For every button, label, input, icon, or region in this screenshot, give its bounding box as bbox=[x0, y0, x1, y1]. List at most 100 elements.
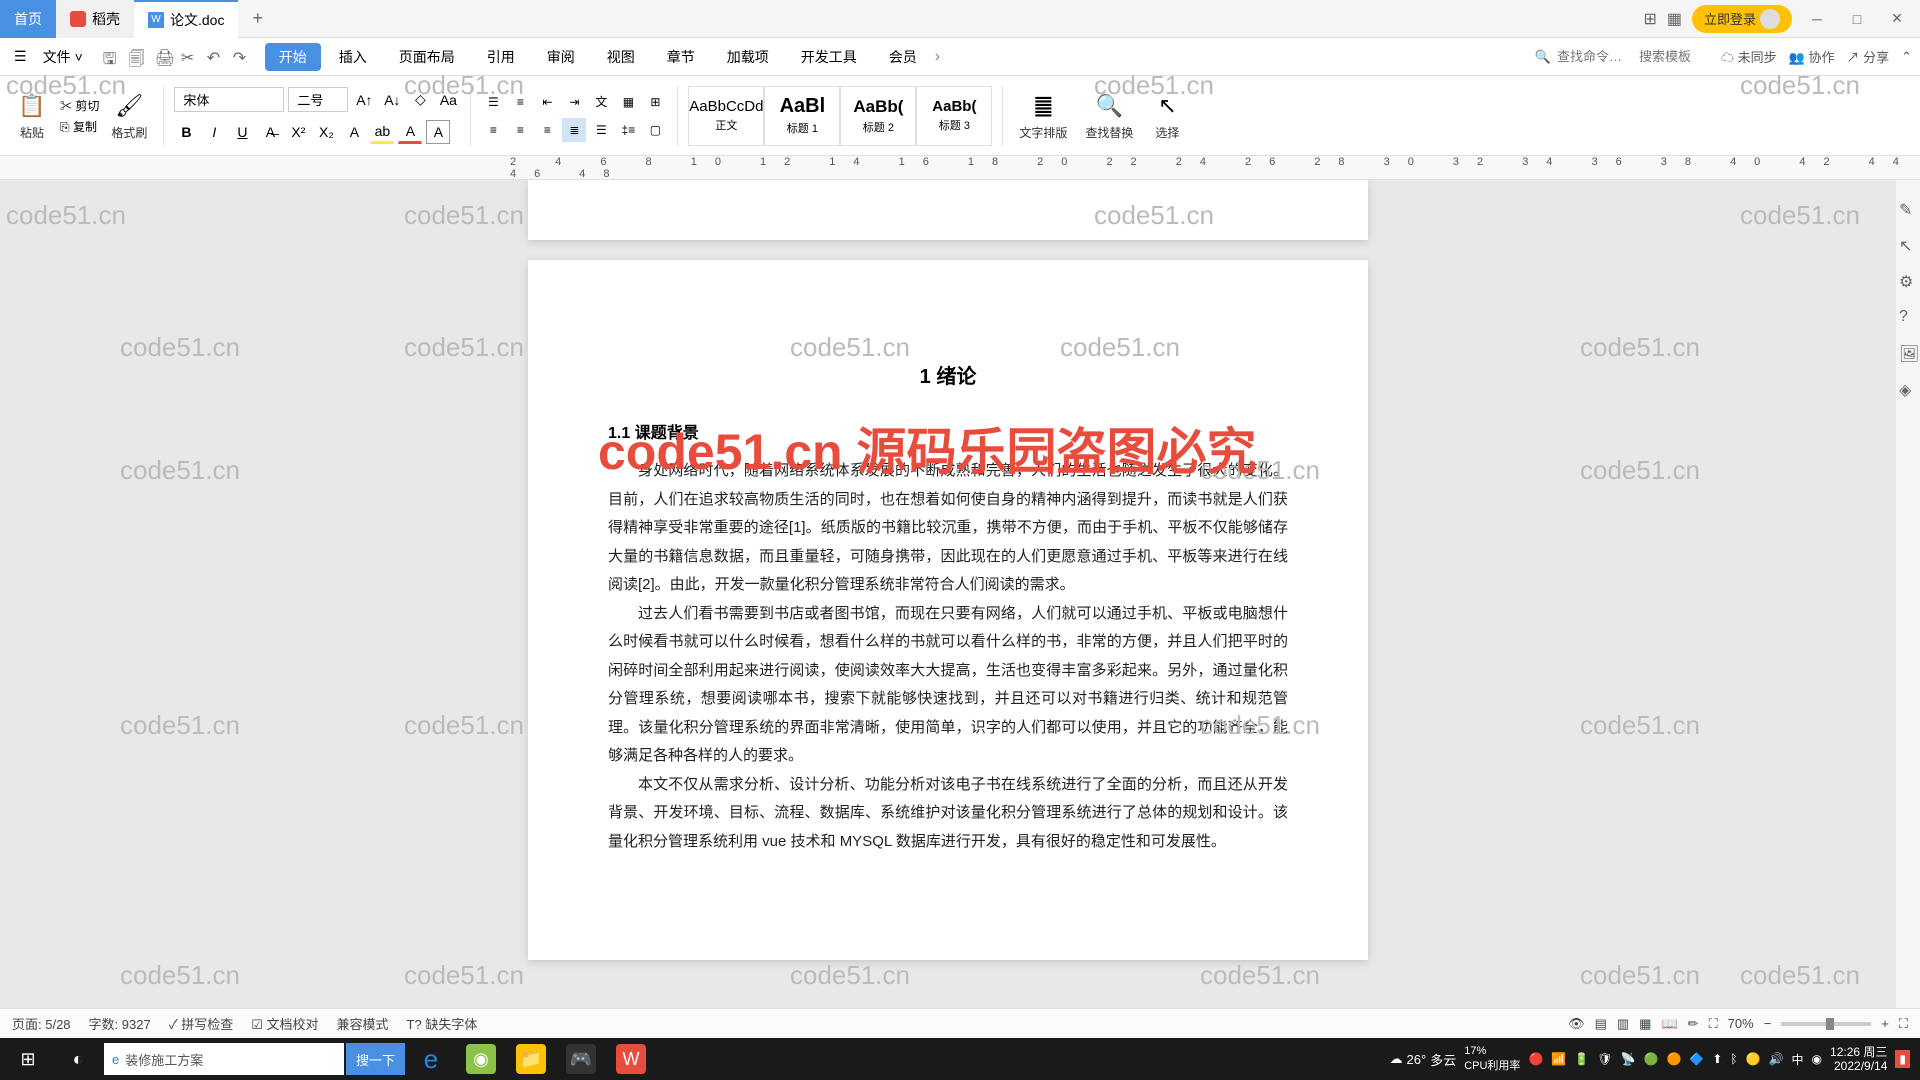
pointer-icon[interactable]: ↖ bbox=[1899, 236, 1917, 254]
decrease-font-icon[interactable]: A↓ bbox=[380, 88, 404, 112]
image-tool-icon[interactable]: 🖼 bbox=[1899, 344, 1917, 362]
style-heading2[interactable]: AaBb(标题 2 bbox=[840, 86, 916, 146]
menu-start[interactable]: 开始 bbox=[265, 43, 321, 71]
tray-icon[interactable]: 🟡 bbox=[1746, 1052, 1761, 1066]
minimize-button[interactable]: ─ bbox=[1802, 4, 1832, 34]
tray-sound-icon[interactable]: 🔊 bbox=[1769, 1052, 1784, 1066]
copy-button[interactable]: ⎘ 复制 bbox=[60, 118, 99, 135]
distribute-button[interactable]: ☰ bbox=[589, 118, 613, 142]
zoom-value[interactable]: 70% bbox=[1728, 1016, 1754, 1031]
print-preview-icon[interactable]: 🗐 bbox=[129, 48, 147, 66]
style-normal[interactable]: AaBbCcDd正文 bbox=[688, 86, 764, 146]
zoom-out-button[interactable]: − bbox=[1764, 1016, 1772, 1031]
tray-icon[interactable]: 🔷 bbox=[1689, 1052, 1704, 1066]
case-icon[interactable]: Aa bbox=[436, 88, 460, 112]
font-size-select[interactable]: 二号 bbox=[288, 87, 348, 112]
find-replace-button[interactable]: 🔍 查找替换 bbox=[1079, 90, 1139, 141]
menu-page-layout[interactable]: 页面布局 bbox=[385, 43, 469, 71]
collapse-ribbon-icon[interactable]: ⌃ bbox=[1901, 49, 1912, 65]
taskbar-search[interactable]: e 装修施工方案 bbox=[104, 1043, 344, 1075]
text-layout-button[interactable]: ䷀ 文字排版 bbox=[1013, 90, 1073, 141]
format-painter[interactable]: 🖌 格式刷 bbox=[105, 90, 153, 141]
fullscreen-icon[interactable]: ⛶ bbox=[1899, 1016, 1908, 1032]
spell-check-toggle[interactable]: ✓ 拼写检查 bbox=[169, 1014, 234, 1033]
template-search[interactable] bbox=[1639, 49, 1709, 64]
annotate-icon[interactable]: ✏ bbox=[1688, 1016, 1699, 1032]
tray-icon[interactable]: 🔴 bbox=[1528, 1052, 1543, 1066]
tray-icon[interactable]: ⬆ bbox=[1712, 1052, 1722, 1066]
menu-review[interactable]: 审阅 bbox=[533, 43, 589, 71]
increase-font-icon[interactable]: A↑ bbox=[352, 88, 376, 112]
highlight-button[interactable]: ab bbox=[370, 120, 394, 144]
cortana-button[interactable]: ◐ bbox=[54, 1038, 102, 1080]
menu-insert[interactable]: 插入 bbox=[325, 43, 381, 71]
ruler[interactable]: 2 4 6 8 10 12 14 16 18 20 22 24 26 28 30… bbox=[0, 156, 1920, 180]
fit-icon[interactable]: ⛶ bbox=[1709, 1016, 1718, 1032]
select-button[interactable]: ↖ 选择 bbox=[1145, 90, 1189, 141]
print-icon[interactable]: 🖨 bbox=[155, 48, 173, 66]
menu-member[interactable]: 会员 bbox=[875, 43, 931, 71]
outdent-button[interactable]: ⇤ bbox=[535, 90, 559, 114]
diamond-icon[interactable]: ◈ bbox=[1899, 380, 1917, 398]
system-clock[interactable]: 12:26 周三 2022/9/14 bbox=[1830, 1045, 1887, 1074]
app-game[interactable]: 🎮 bbox=[557, 1038, 605, 1080]
zoom-in-button[interactable]: + bbox=[1881, 1016, 1889, 1031]
number-list-button[interactable]: ≡ bbox=[508, 90, 532, 114]
bullet-list-button[interactable]: ☰ bbox=[481, 90, 505, 114]
strike-button[interactable]: A̶ bbox=[258, 120, 282, 144]
menu-hamburger[interactable]: ☰ bbox=[8, 48, 33, 65]
app-explorer[interactable]: 📁 bbox=[507, 1038, 555, 1080]
text-effect-button[interactable]: A bbox=[342, 120, 366, 144]
pencil-icon[interactable]: ✎ bbox=[1899, 200, 1917, 218]
align-center-button[interactable]: ≡ bbox=[508, 118, 532, 142]
start-button[interactable]: ⊞ bbox=[4, 1038, 52, 1080]
collab-button[interactable]: 👥 协作 bbox=[1789, 47, 1835, 66]
cut-icon[interactable]: ✂ bbox=[181, 48, 199, 66]
menu-file[interactable]: 文件 ˅ bbox=[37, 47, 89, 67]
sync-status[interactable]: ☁ 未同步 bbox=[1721, 47, 1777, 66]
tray-bluetooth-icon[interactable]: ᛒ bbox=[1730, 1052, 1737, 1066]
menu-chapter[interactable]: 章节 bbox=[653, 43, 709, 71]
cut-button[interactable]: ✂ 剪切 bbox=[60, 97, 99, 114]
tray-icon[interactable]: 📡 bbox=[1621, 1052, 1636, 1066]
phonetic-button[interactable]: 文 bbox=[589, 90, 613, 114]
command-search-input[interactable] bbox=[1557, 49, 1627, 64]
eye-icon[interactable]: 👁 bbox=[1568, 1016, 1585, 1032]
char-border-button[interactable]: A bbox=[426, 120, 450, 144]
style-heading1[interactable]: AaBl标题 1 bbox=[764, 86, 840, 146]
line-spacing-button[interactable]: ‡≡ bbox=[616, 118, 640, 142]
styles-gallery[interactable]: AaBbCcDd正文 AaBl标题 1 AaBb(标题 2 AaBb(标题 3 bbox=[688, 86, 992, 146]
char-shading-button[interactable]: ▦ bbox=[616, 90, 640, 114]
weather-widget[interactable]: ☁ 26° 多云 bbox=[1390, 1050, 1457, 1069]
read-mode-icon[interactable]: 📖 bbox=[1661, 1016, 1677, 1032]
clear-format-icon[interactable]: ◇ bbox=[408, 88, 432, 112]
menu-addon[interactable]: 加载项 bbox=[713, 43, 783, 71]
login-button[interactable]: 立即登录 bbox=[1692, 5, 1792, 33]
redo-icon[interactable]: ↷ bbox=[233, 48, 251, 66]
bold-button[interactable]: B bbox=[174, 120, 198, 144]
tray-icon[interactable]: 🟠 bbox=[1666, 1052, 1681, 1066]
font-name-select[interactable]: 宋体 bbox=[174, 87, 284, 112]
zoom-slider[interactable] bbox=[1781, 1022, 1871, 1026]
page-indicator[interactable]: 页面: 5/28 bbox=[12, 1014, 71, 1033]
tray-ime-icon[interactable]: 中 bbox=[1792, 1051, 1804, 1068]
style-heading3[interactable]: AaBb(标题 3 bbox=[916, 86, 992, 146]
settings-slider-icon[interactable]: ⚙ bbox=[1899, 272, 1917, 290]
new-tab-button[interactable]: + bbox=[238, 8, 277, 29]
taskbar-search-button[interactable]: 搜一下 bbox=[346, 1043, 405, 1075]
view-web-icon[interactable]: ▦ bbox=[1639, 1016, 1651, 1032]
share-button[interactable]: ↗ 分享 bbox=[1846, 47, 1889, 66]
tray-icon[interactable]: 🔋 bbox=[1574, 1052, 1589, 1066]
shading-button[interactable]: ▢ bbox=[643, 118, 667, 142]
app-wps[interactable]: W bbox=[607, 1038, 655, 1080]
app-browser[interactable]: ◉ bbox=[457, 1038, 505, 1080]
subscript-button[interactable]: X₂ bbox=[314, 120, 338, 144]
paste-group[interactable]: 📋 粘贴 bbox=[10, 90, 54, 141]
tray-icon[interactable]: ◉ bbox=[1812, 1052, 1822, 1066]
grid-icon[interactable]: ▦ bbox=[1667, 9, 1682, 29]
template-search-input[interactable] bbox=[1639, 49, 1709, 64]
view-outline-icon[interactable]: ▥ bbox=[1617, 1016, 1629, 1032]
app-ie[interactable]: e bbox=[407, 1038, 455, 1080]
menu-view[interactable]: 视图 bbox=[593, 43, 649, 71]
align-right-button[interactable]: ≡ bbox=[535, 118, 559, 142]
